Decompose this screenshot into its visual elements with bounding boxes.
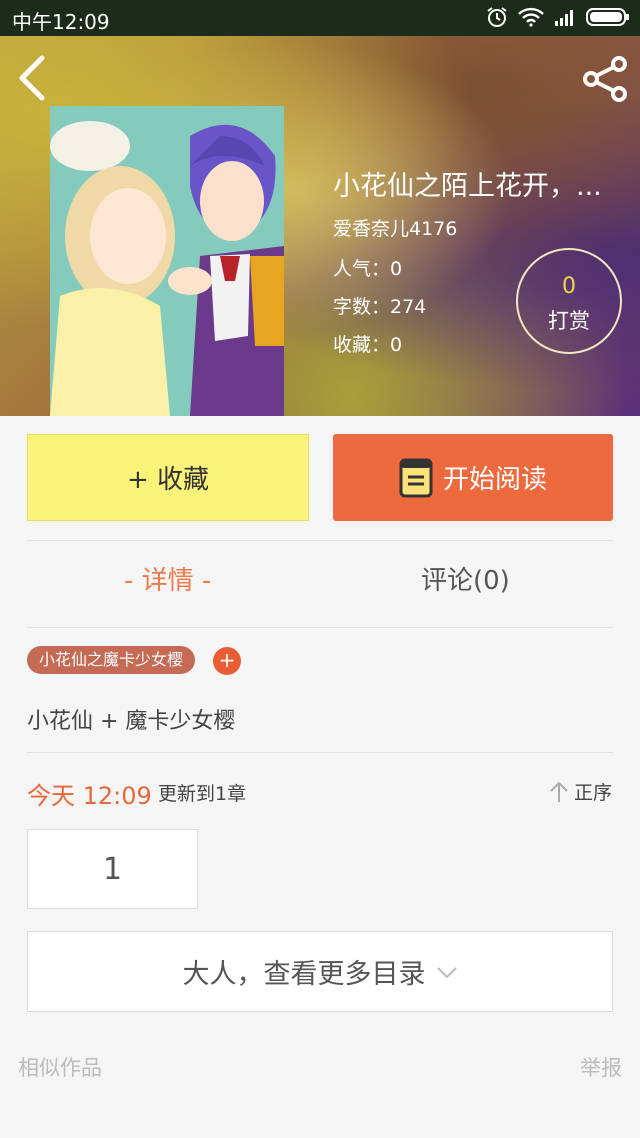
update-text: 更新到1章 xyxy=(158,783,247,805)
signal-icon xyxy=(555,10,573,26)
popularity-count: 人气：0 xyxy=(333,258,403,280)
tip-button[interactable]: 0 打赏 xyxy=(516,248,622,354)
alarm-icon xyxy=(487,7,507,27)
book-header: 小花仙之陌上花开，... 爱香奈儿4176 人气：0 字数：274 收藏：0 0… xyxy=(0,36,640,416)
status-time: 中午12:09 xyxy=(12,10,110,34)
start-reading-label: 开始阅读 xyxy=(442,465,547,495)
status-bar: 中午12:09 xyxy=(0,0,640,36)
tip-count: 0 xyxy=(562,274,576,299)
arrow-up-icon xyxy=(550,781,568,802)
book-cover-image[interactable] xyxy=(50,106,284,416)
back-button[interactable] xyxy=(14,54,54,102)
book-author[interactable]: 爱香奈儿4176 xyxy=(333,214,457,241)
status-icons xyxy=(486,6,630,28)
add-favorite-button[interactable]: + 收藏 xyxy=(27,434,309,521)
book-description: 小花仙 + 魔卡少女樱 xyxy=(27,709,236,734)
report-link[interactable]: 举报 xyxy=(580,1052,622,1082)
divider xyxy=(27,540,613,541)
similar-works-heading: 相似作品 xyxy=(18,1056,102,1080)
chevron-left-icon xyxy=(19,55,45,101)
more-catalog-label: 大人，查看更多目录 xyxy=(182,959,426,990)
favorites-count: 收藏：0 xyxy=(333,334,403,356)
add-favorite-label: + 收藏 xyxy=(126,465,210,495)
sort-order-button[interactable]: 正序 xyxy=(548,778,612,805)
sort-order-label: 正序 xyxy=(573,782,612,804)
chevron-down-icon xyxy=(436,966,457,978)
book-icon xyxy=(399,458,433,497)
wifi-icon xyxy=(518,7,544,27)
divider xyxy=(27,627,613,628)
tip-label: 打赏 xyxy=(548,309,590,333)
tab-detail[interactable]: - 详情 - xyxy=(124,560,211,597)
tab-comments[interactable]: 评论(0) xyxy=(421,560,510,597)
share-icon xyxy=(583,56,627,102)
battery-icon xyxy=(586,8,629,26)
start-reading-button[interactable]: 开始阅读 xyxy=(333,434,613,521)
word-count: 字数：274 xyxy=(333,296,427,318)
chapter-button[interactable]: 1 xyxy=(27,829,198,909)
more-catalog-button[interactable]: 大人，查看更多目录 xyxy=(27,931,613,1012)
add-tag-button[interactable]: + xyxy=(213,647,241,675)
divider xyxy=(27,752,613,753)
share-button[interactable] xyxy=(580,54,630,104)
tag-chip[interactable]: 小花仙之魔卡少女樱 xyxy=(27,646,196,674)
update-time: 今天 12:09 xyxy=(27,782,152,810)
book-title: 小花仙之陌上花开，... xyxy=(333,171,602,202)
